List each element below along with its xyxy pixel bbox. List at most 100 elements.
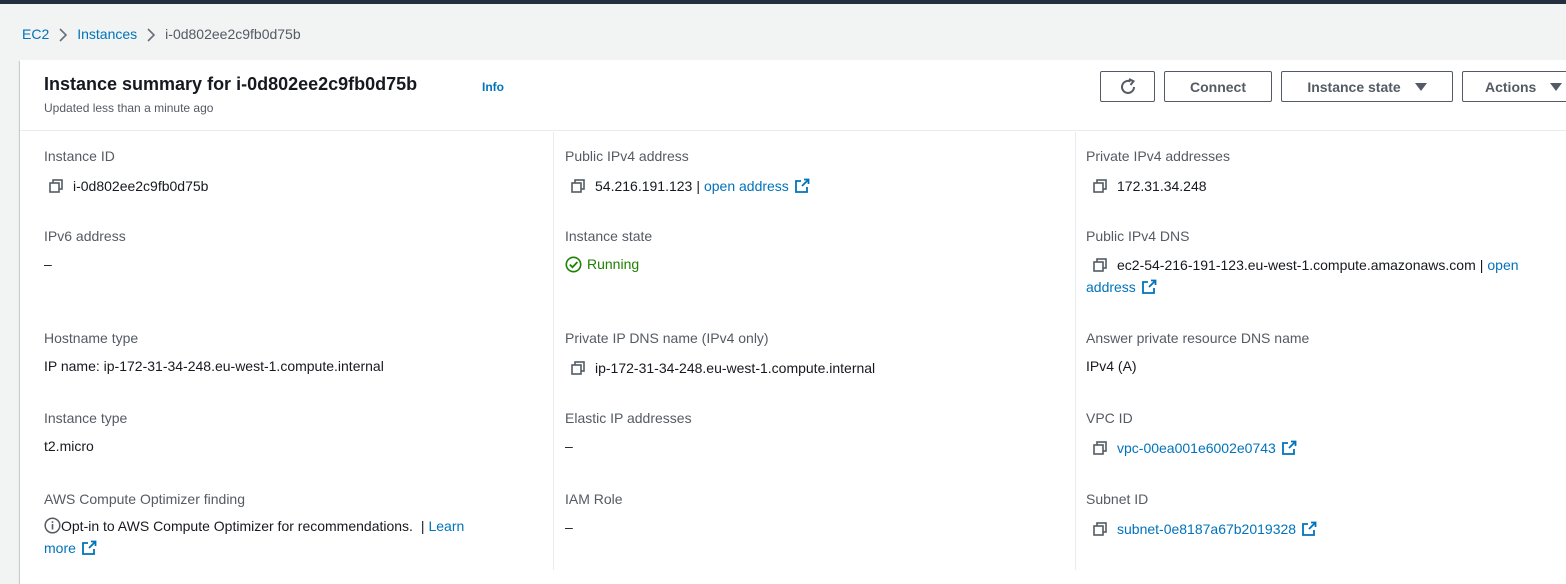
private-ipv4-value-row: 172.31.34.248 [1086, 177, 1566, 195]
breadcrumb-instances[interactable]: Instances [77, 26, 137, 42]
optimizer-field: AWS Compute Optimizer finding Opt-in to … [20, 490, 553, 559]
instance-state-label: Instance state [565, 228, 653, 244]
learn-text: Learn [428, 518, 465, 534]
vpc-id-value-row: vpc-00ea001e6002e0743 [1086, 439, 1566, 457]
copy-icon[interactable] [1092, 521, 1108, 537]
caret-down-icon [1550, 79, 1563, 95]
page-title: Instance summary for i-0d802ee2c9fb0d75b [44, 74, 418, 94]
actions-button-label: Actions [1485, 78, 1537, 95]
public-ipv4-value-row: 54.216.191.123 | open address [565, 177, 1075, 195]
instance-state-field: Instance state Running [554, 227, 1075, 273]
hostname-type-label: Hostname type [44, 330, 139, 346]
external-link-icon [1281, 440, 1297, 456]
subnet-id-field: Subnet ID subnet-0e8187a67b2019328 [1076, 490, 1566, 538]
vpc-id-link[interactable]: vpc-00ea001e6002e0743 [1117, 439, 1297, 457]
answer-dns-value: IPv4 (A) [1086, 358, 1137, 374]
panel-header: Instance summary for i-0d802ee2c9fb0d75b… [20, 60, 1566, 131]
details-column-2: Public IPv4 address 54.216.191.123 | ope… [554, 132, 1076, 570]
instance-type-value: t2.micro [44, 438, 94, 454]
public-ipv4-label: Public IPv4 address [565, 148, 689, 164]
instance-id-label: Instance ID [44, 148, 115, 164]
vpc-id-label: VPC ID [1086, 410, 1133, 426]
copy-icon[interactable] [570, 360, 586, 376]
public-ipv4-value: 54.216.191.123 [595, 178, 693, 194]
elastic-ip-label: Elastic IP addresses [565, 410, 692, 426]
public-dns-value-row: ec2-54-216-191-123.eu-west-1.compute.ama… [1086, 254, 1566, 298]
copy-icon[interactable] [1092, 257, 1108, 273]
iam-role-value: – [565, 519, 573, 535]
separator: | [420, 518, 425, 534]
elastic-ip-field: Elastic IP addresses – [554, 409, 1075, 455]
info-circle-icon [44, 517, 61, 534]
more-text: more [44, 540, 76, 556]
separator: | [1479, 257, 1484, 273]
external-link-icon [81, 540, 97, 556]
vpc-id-value: vpc-00ea001e6002e0743 [1117, 440, 1276, 456]
hostname-type-field: Hostname type IP name: ip-172-31-34-248.… [20, 329, 553, 375]
copy-icon[interactable] [1092, 178, 1108, 194]
refresh-button[interactable] [1100, 71, 1155, 102]
copy-icon[interactable] [570, 178, 586, 194]
instance-state-button-label: Instance state [1307, 78, 1401, 95]
connect-button[interactable]: Connect [1164, 71, 1272, 102]
external-link-icon [794, 178, 810, 194]
actions-button[interactable]: Actions [1462, 71, 1566, 102]
private-dns-value-row: ip-172-31-34-248.eu-west-1.compute.inter… [565, 359, 1075, 377]
open-address-link[interactable]: open address [704, 177, 810, 195]
breadcrumb-ec2[interactable]: EC2 [22, 26, 49, 42]
details-column-1: Instance ID i-0d802ee2c9fb0d75b IPv6 add… [20, 132, 554, 570]
instance-summary-panel: Instance summary for i-0d802ee2c9fb0d75b… [20, 60, 1566, 584]
copy-icon[interactable] [48, 178, 64, 194]
instance-type-field: Instance type t2.micro [20, 409, 553, 455]
success-check-icon [565, 256, 582, 272]
ipv6-label: IPv6 address [44, 228, 126, 244]
ipv6-field: IPv6 address – [20, 227, 553, 273]
external-link-icon [1141, 279, 1157, 295]
subnet-id-link[interactable]: subnet-0e8187a67b2019328 [1117, 520, 1317, 538]
private-dns-label: Private IP DNS name (IPv4 only) [565, 330, 769, 346]
vpc-id-field: VPC ID vpc-00ea001e6002e0743 [1076, 409, 1566, 457]
open-text: open [1487, 257, 1519, 273]
optimizer-value: Opt-in to AWS Compute Optimizer for reco… [44, 515, 533, 559]
top-navigation-bar [0, 0, 1566, 4]
instance-state-value: Running [587, 256, 640, 272]
public-ipv4-field: Public IPv4 address 54.216.191.123 | ope… [554, 147, 1075, 195]
subnet-id-value-row: subnet-0e8187a67b2019328 [1086, 520, 1566, 538]
refresh-icon [1120, 77, 1135, 94]
iam-role-label: IAM Role [565, 491, 623, 507]
instance-type-label: Instance type [44, 410, 128, 426]
subnet-id-label: Subnet ID [1086, 491, 1149, 507]
subnet-id-value: subnet-0e8187a67b2019328 [1117, 521, 1297, 537]
info-link[interactable]: Info [482, 80, 504, 94]
ipv6-value: – [44, 256, 52, 272]
external-link-icon [1301, 521, 1317, 537]
answer-dns-label: Answer private resource DNS name [1086, 330, 1310, 346]
optimizer-label: AWS Compute Optimizer finding [44, 491, 245, 507]
optimizer-text: Opt-in to AWS Compute Optimizer for reco… [61, 518, 413, 534]
details-column-3: Private IPv4 addresses 172.31.34.248 Pub… [1076, 132, 1566, 570]
elastic-ip-value: – [565, 438, 573, 454]
updated-status: Updated less than a minute ago [44, 101, 214, 115]
chevron-right-icon [49, 26, 77, 42]
connect-button-label: Connect [1190, 78, 1246, 95]
iam-role-field: IAM Role – [554, 490, 1075, 536]
public-dns-value: ec2-54-216-191-123.eu-west-1.compute.ama… [1117, 257, 1476, 273]
instance-id-value: i-0d802ee2c9fb0d75b [73, 178, 209, 194]
address-text: address [1086, 279, 1136, 295]
instance-state-button[interactable]: Instance state [1281, 71, 1453, 102]
open-address-text: open address [703, 178, 789, 194]
instance-id-field: Instance ID i-0d802ee2c9fb0d75b [20, 147, 553, 195]
private-dns-value: ip-172-31-34-248.eu-west-1.compute.inter… [595, 360, 876, 376]
breadcrumb-current: i-0d802ee2c9fb0d75b [165, 26, 301, 42]
private-ipv4-field: Private IPv4 addresses 172.31.34.248 [1076, 147, 1566, 195]
instance-id-value-row: i-0d802ee2c9fb0d75b [44, 177, 553, 195]
hostname-type-value: IP name: ip-172-31-34-248.eu-west-1.comp… [44, 358, 384, 374]
private-ipv4-label: Private IPv4 addresses [1086, 148, 1230, 164]
public-dns-field: Public IPv4 DNS ec2-54-216-191-123.eu-we… [1076, 227, 1566, 298]
private-ipv4-value: 172.31.34.248 [1117, 178, 1207, 194]
copy-icon[interactable] [1092, 440, 1108, 456]
separator: | [696, 178, 700, 194]
answer-dns-field: Answer private resource DNS name IPv4 (A… [1076, 329, 1566, 375]
chevron-right-icon [137, 26, 165, 42]
breadcrumb: EC2 Instances i-0d802ee2c9fb0d75b [22, 24, 301, 44]
